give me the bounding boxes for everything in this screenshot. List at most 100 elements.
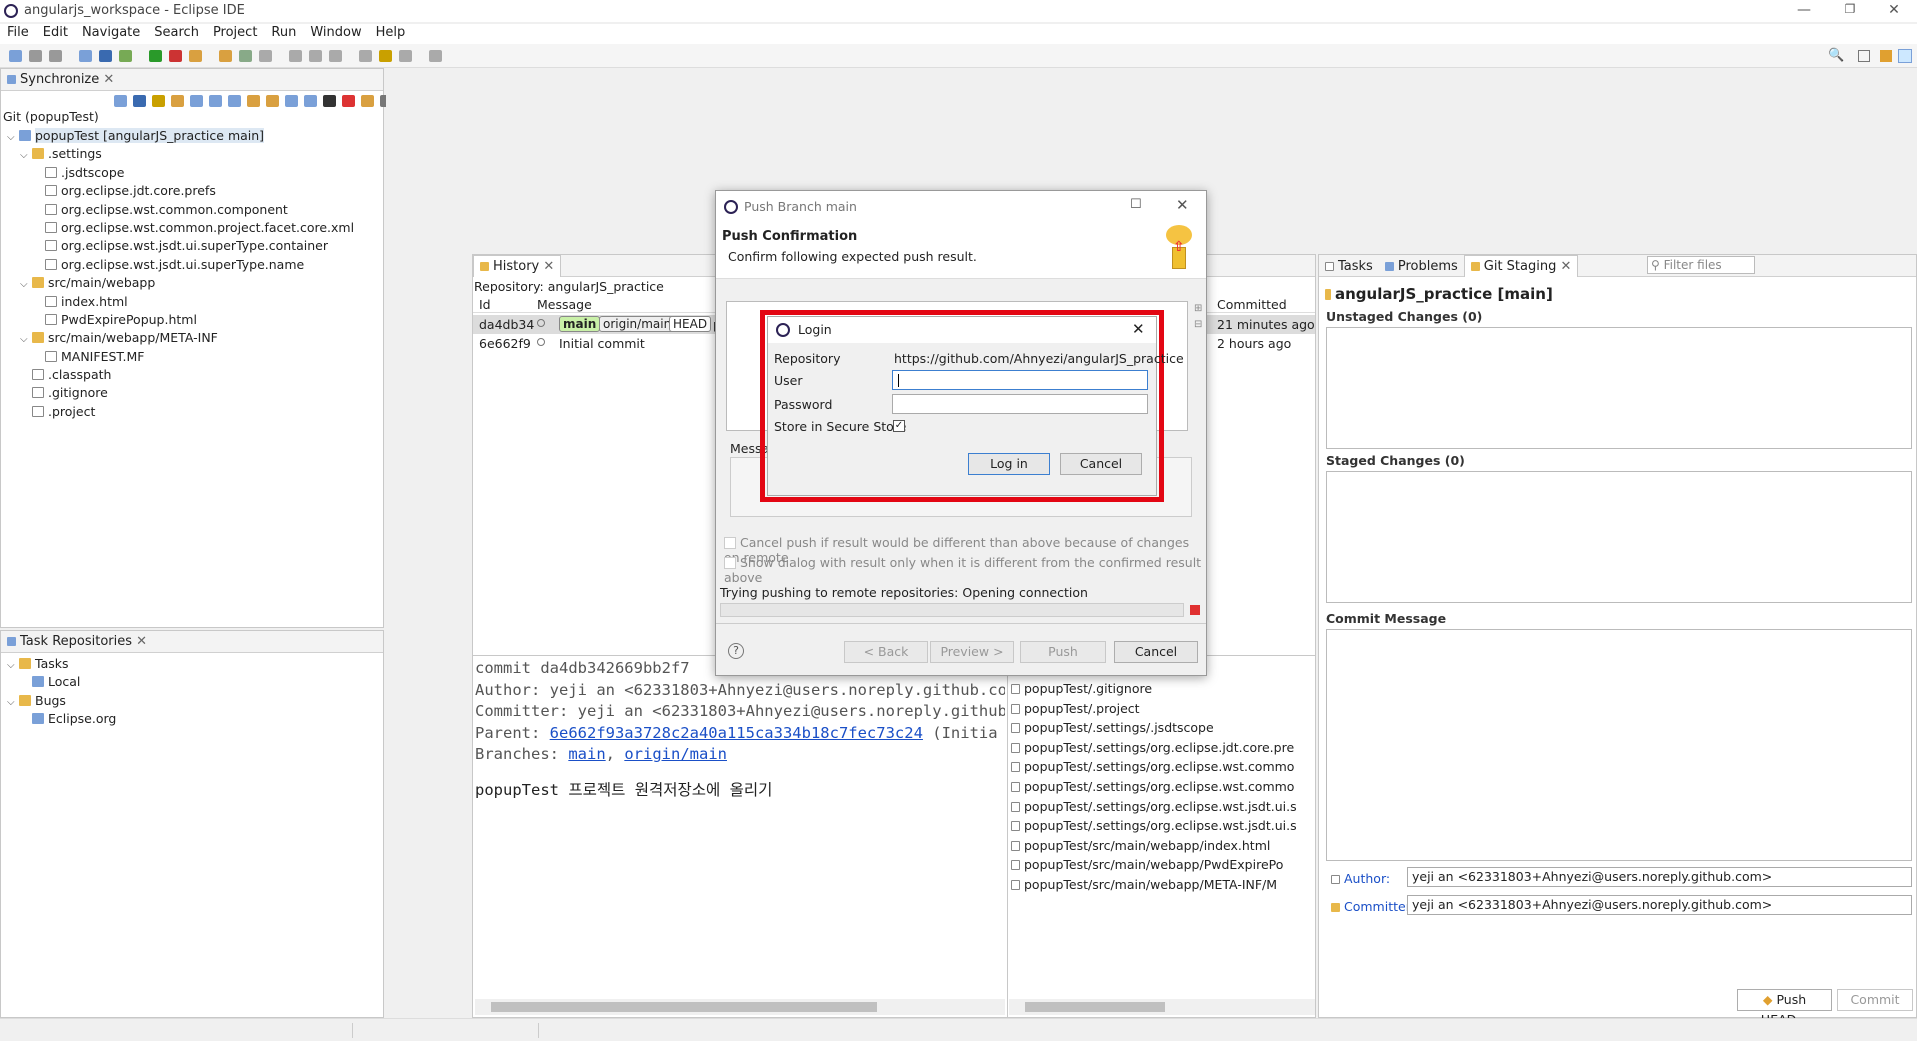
login-cancel-button[interactable]: Cancel <box>1060 453 1142 475</box>
toolbar-icon[interactable] <box>309 50 322 62</box>
chevron-down-icon[interactable]: ⌵ <box>20 147 32 165</box>
toolbar-icon[interactable] <box>49 50 62 62</box>
synchronize-tool-icon[interactable] <box>285 95 298 107</box>
filter-files-input[interactable]: ⚲ Filter files <box>1647 256 1755 274</box>
back-button[interactable]: < Back <box>844 641 928 663</box>
list-item[interactable]: popupTest/src/main/webapp/META-INF/M <box>1011 875 1315 895</box>
chevron-down-icon[interactable]: ⌵ <box>20 331 32 349</box>
synchronize-perspective-icon[interactable] <box>1898 49 1912 63</box>
tree-item[interactable]: ⌵ src/main/webapp/META-INF <box>7 329 383 347</box>
expand-all-icon[interactable]: ⊞ <box>1194 303 1202 314</box>
tab-git-staging[interactable]: Git Staging ✕ <box>1463 255 1579 277</box>
tab-tasks[interactable]: Tasks <box>1319 256 1379 277</box>
unstaged-list[interactable] <box>1326 327 1912 449</box>
close-tab-icon[interactable]: ✕ <box>103 72 114 87</box>
synchronize-tool-icon[interactable] <box>228 95 241 107</box>
toolbar-icon[interactable] <box>379 50 392 62</box>
horizontal-scrollbar[interactable] <box>1009 999 1315 1015</box>
tree-item[interactable]: org.eclipse.wst.common.component <box>7 201 383 219</box>
tree-item[interactable]: .gitignore <box>7 384 383 402</box>
push-button[interactable]: Push <box>1020 641 1106 663</box>
menu-navigate[interactable]: Navigate <box>75 24 147 41</box>
minimize-icon[interactable]: — <box>1794 2 1814 18</box>
maximize-icon[interactable]: ☐ <box>1130 197 1142 212</box>
synchronize-tool-icon[interactable] <box>342 95 355 107</box>
horizontal-scrollbar[interactable] <box>475 999 1005 1015</box>
toolbar-icon[interactable] <box>429 50 442 62</box>
tree-item[interactable]: ⌵ src/main/webapp <box>7 274 383 292</box>
list-item[interactable]: popupTest/.settings/org.eclipse.jdt.core… <box>1011 738 1315 758</box>
tab-synchronize[interactable]: Synchronize ✕ <box>1 69 120 90</box>
menu-window[interactable]: Window <box>303 24 368 41</box>
close-tab-icon[interactable]: ✕ <box>1561 259 1572 274</box>
checkbox[interactable] <box>724 537 736 549</box>
list-item[interactable]: popupTest/.gitignore <box>1011 679 1315 699</box>
password-input[interactable] <box>892 394 1148 414</box>
toolbar-icon[interactable] <box>169 50 182 62</box>
synchronize-tool-icon[interactable] <box>266 95 279 107</box>
tree-item[interactable]: index.html <box>7 293 383 311</box>
synchronize-tool-icon[interactable] <box>361 95 374 107</box>
synchronize-tool-icon[interactable] <box>323 95 336 107</box>
checkbox[interactable] <box>724 557 736 569</box>
tab-problems[interactable]: Problems <box>1379 256 1464 277</box>
toolbar-icon[interactable] <box>29 50 42 62</box>
user-input[interactable] <box>892 370 1148 390</box>
committer-label[interactable]: Committer: <box>1331 899 1415 914</box>
synchronize-tool-icon[interactable] <box>247 95 260 107</box>
search-icon[interactable]: 🔍 <box>1828 48 1844 63</box>
toolbar-icon[interactable] <box>189 50 202 62</box>
author-label[interactable]: Author: <box>1331 871 1390 886</box>
stop-icon[interactable] <box>1190 605 1200 615</box>
tree-item[interactable]: ⌵ popupTest [angularJS_practice main] <box>7 127 383 145</box>
tree-item[interactable]: ⌵ Bugs <box>7 692 383 710</box>
committer-field[interactable]: yeji an <62331803+Ahnyezi@users.noreply.… <box>1407 895 1912 915</box>
synchronize-tool-icon[interactable] <box>190 95 203 107</box>
close-tab-icon[interactable]: ✕ <box>136 634 147 649</box>
scrollbar-thumb[interactable] <box>1025 1002 1165 1012</box>
toolbar-icon[interactable] <box>119 50 132 62</box>
toolbar-icon[interactable] <box>289 50 302 62</box>
column-id[interactable]: Id <box>479 297 491 312</box>
tree-item[interactable]: .classpath <box>7 366 383 384</box>
tree-item[interactable]: Local <box>7 673 383 691</box>
toolbar-icon[interactable] <box>239 50 252 62</box>
store-secure-checkbox[interactable]: ✓ <box>893 420 905 432</box>
commit-message-input[interactable] <box>1326 629 1912 861</box>
tree-item[interactable]: org.eclipse.wst.common.project.facet.cor… <box>7 219 383 237</box>
menu-help[interactable]: Help <box>369 24 413 41</box>
toolbar-icon[interactable] <box>329 50 342 62</box>
open-perspective-icon[interactable] <box>1858 50 1870 62</box>
menu-search[interactable]: Search <box>147 24 206 41</box>
tree-item[interactable]: ⌵ Tasks <box>7 655 383 673</box>
branch-link-origin-main[interactable]: origin/main <box>624 745 727 763</box>
close-tab-icon[interactable]: ✕ <box>543 259 554 274</box>
author-field[interactable]: yeji an <62331803+Ahnyezi@users.noreply.… <box>1407 867 1912 887</box>
cancel-button[interactable]: Cancel <box>1114 641 1198 663</box>
chevron-down-icon[interactable]: ⌵ <box>20 276 32 294</box>
help-icon[interactable]: ? <box>728 643 744 659</box>
list-item[interactable]: popupTest/.settings/org.eclipse.wst.jsdt… <box>1011 816 1315 836</box>
column-message[interactable]: Message <box>537 297 592 312</box>
tree-item[interactable]: .project <box>7 403 383 421</box>
parent-hash-link[interactable]: 6e662f93a3728c2a40a115ca334b18c7fec73c24 <box>550 724 923 742</box>
scrollbar-thumb[interactable] <box>491 1002 877 1012</box>
list-item[interactable]: popupTest/.settings/.jsdtscope <box>1011 718 1315 738</box>
tree-item[interactable]: Eclipse.org <box>7 710 383 728</box>
preview-button[interactable]: Preview > <box>930 641 1014 663</box>
tab-task-repositories[interactable]: Task Repositories ✕ <box>1 631 153 652</box>
close-icon[interactable]: ✕ <box>1176 196 1189 214</box>
synchronize-tool-icon[interactable] <box>171 95 184 107</box>
tree-item[interactable]: org.eclipse.wst.jsdt.ui.superType.name <box>7 256 383 274</box>
login-button[interactable]: Log in <box>968 453 1050 475</box>
tab-history[interactable]: History ✕ <box>473 255 562 277</box>
tree-item[interactable]: ⌵ .settings <box>7 145 383 163</box>
list-item[interactable]: popupTest/.settings/org.eclipse.wst.jsdt… <box>1011 797 1315 817</box>
git-perspective-icon[interactable] <box>1880 50 1892 62</box>
menu-file[interactable]: File <box>0 24 36 41</box>
commit-button[interactable]: Commit <box>1837 989 1913 1011</box>
menu-edit[interactable]: Edit <box>36 24 75 41</box>
synchronize-tool-icon[interactable] <box>209 95 222 107</box>
chevron-down-icon[interactable]: ⌵ <box>7 657 19 675</box>
tree-item[interactable]: PwdExpirePopup.html <box>7 311 383 329</box>
